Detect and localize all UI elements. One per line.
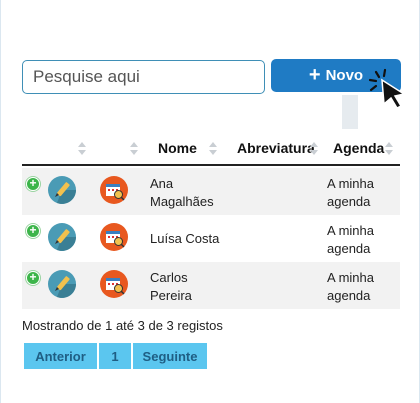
scrollbar-stub bbox=[342, 95, 358, 129]
expand-row-icon[interactable]: + bbox=[26, 177, 40, 191]
cell-nome: Ana Magalhães bbox=[150, 176, 214, 209]
sort-icon[interactable] bbox=[385, 142, 393, 156]
cell-nome: Carlos Pereira bbox=[150, 270, 192, 303]
edit-icon[interactable] bbox=[48, 223, 76, 251]
sort-icon[interactable] bbox=[78, 142, 86, 156]
calendar-icon[interactable] bbox=[100, 176, 128, 204]
table-row: + Carlos Pereira A minha agenda bbox=[22, 262, 400, 309]
column-header-agenda[interactable]: Agenda bbox=[333, 132, 384, 164]
cell-agenda: A minha agenda bbox=[327, 176, 374, 209]
edit-icon[interactable] bbox=[48, 270, 76, 298]
expand-row-icon[interactable]: + bbox=[26, 224, 40, 238]
table-row: + Ana Magalhães A minha agenda bbox=[22, 168, 400, 215]
next-page-button[interactable]: Seguinte bbox=[133, 343, 207, 369]
column-header-abreviatura[interactable]: Abreviatura bbox=[237, 132, 315, 164]
new-button-label: Novo bbox=[325, 67, 364, 84]
page-1-button[interactable]: 1 bbox=[99, 343, 131, 369]
table-header: Nome Abreviatura Agenda bbox=[22, 132, 400, 166]
column-header-nome[interactable]: Nome bbox=[158, 132, 197, 164]
table-row: + Luísa Costa A minha agenda bbox=[22, 215, 400, 262]
sort-icon[interactable] bbox=[310, 142, 318, 156]
cell-nome: Luísa Costa bbox=[150, 231, 220, 246]
calendar-icon[interactable] bbox=[100, 223, 128, 251]
sort-icon[interactable] bbox=[209, 142, 217, 156]
edit-icon[interactable] bbox=[48, 176, 76, 204]
table-info: Mostrando de 1 até 3 de 3 registos bbox=[22, 318, 223, 333]
expand-row-icon[interactable]: + bbox=[26, 271, 40, 285]
calendar-icon[interactable] bbox=[100, 270, 128, 298]
sort-icon[interactable] bbox=[130, 142, 138, 156]
pagination: Anterior 1 Seguinte bbox=[24, 343, 207, 369]
click-cursor-icon bbox=[368, 68, 406, 109]
plus-icon: + bbox=[308, 63, 321, 86]
cell-agenda: A minha agenda bbox=[327, 223, 374, 256]
cell-agenda: A minha agenda bbox=[327, 270, 374, 303]
search-input[interactable] bbox=[22, 60, 265, 94]
previous-page-button[interactable]: Anterior bbox=[24, 343, 97, 369]
